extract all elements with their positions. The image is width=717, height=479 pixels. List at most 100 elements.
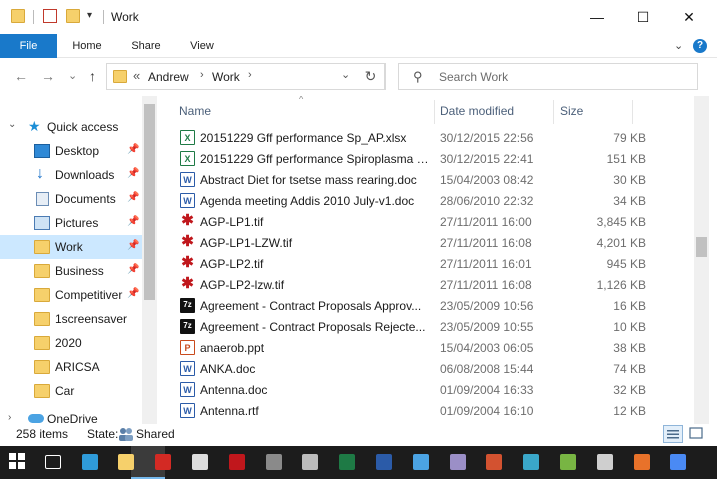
onedrive-icon[interactable] [412,454,429,470]
chevron-right-icon[interactable]: › [248,69,252,81]
nav-item-1screensaver[interactable]: 1screensaver [0,307,142,331]
nav-item-desktop[interactable]: Desktop 📌 [0,139,142,163]
tab-file[interactable]: File [0,34,57,58]
file-row[interactable]: ✱ AGP-LP2.tif 27/11/2011 16:01 945 KB [177,253,697,274]
file-explorer-icon[interactable] [118,454,135,470]
file-list-scrollbar[interactable] [694,96,709,424]
edge-icon[interactable] [81,454,98,470]
file-row[interactable]: ✱ AGP-LP1-LZW.tif 27/11/2011 16:08 4,201 KB [177,232,697,253]
file-row[interactable]: Panaerob.ppt 15/04/2003 06:05 38 KB [177,337,697,358]
file-row[interactable]: X 20151229 Gff performance Sp_AP.xlsx 30/1… [177,127,697,148]
pin-icon[interactable]: 📌 [127,144,139,155]
bluetooth-icon[interactable] [596,454,613,470]
column-divider[interactable] [632,100,633,124]
chrome-icon[interactable] [670,454,687,470]
address-dropdown-icon[interactable]: ⌄ [341,68,350,81]
nav-quick-access[interactable]: ⌄ ★ Quick access [0,115,142,139]
pin-icon[interactable]: 📌 [127,168,139,179]
nav-item-2020[interactable]: 2020 [0,331,142,355]
help-icon[interactable]: ? [693,39,707,53]
pin-icon[interactable]: 📌 [127,192,139,203]
column-divider[interactable] [434,100,435,124]
large-icons-view-button[interactable] [687,425,707,443]
nav-item-downloads[interactable]: ↓ Downloads 📌 [0,163,142,187]
paint-icon[interactable] [228,454,245,470]
chevron-right-icon[interactable]: › [200,69,204,81]
pin-icon[interactable]: 📌 [127,288,139,299]
start-icon[interactable] [8,452,28,472]
photos-icon[interactable] [523,454,540,470]
address-overflow[interactable]: « [133,68,140,83]
app-icon[interactable] [192,454,208,470]
tab-share[interactable]: Share [120,34,172,58]
back-button[interactable]: ← [14,68,28,84]
file-list-scrollbar-thumb[interactable] [696,237,707,257]
up-button[interactable]: ↑ [89,68,96,84]
file-row[interactable]: W Abstract Diet for tsetse mass rearing.d… [177,169,697,190]
nav-scrollbar-thumb[interactable] [144,104,155,300]
file-row[interactable]: ✱ AGP-LP2-lzw.tif 27/11/2011 16:08 1,126 KB [177,274,697,295]
breadcrumb-work[interactable]: Work [212,70,240,84]
file-row[interactable]: W ANKA.doc 06/08/2008 15:44 74 KB [177,358,697,379]
nav-label: OneDrive [47,412,98,424]
search-box[interactable]: ⚲ Search Work [398,63,698,90]
pin-icon[interactable]: 📌 [127,240,139,251]
shared-users-icon [118,427,134,441]
file-row[interactable]: 7z Agreement - Contract Proposals Rejecte… [177,316,697,337]
breadcrumb-andrew[interactable]: Andrew [148,70,189,84]
nav-item-car[interactable]: Car [0,379,142,403]
refresh-button[interactable]: ↻ [357,63,385,90]
firefox-icon[interactable] [633,454,650,470]
file-name: 20151229 Gff performance Sp_AP.xlsx [200,131,407,145]
column-size[interactable]: Size [560,96,583,124]
word-icon[interactable] [376,454,392,470]
file-row[interactable]: W Agenda meeting Addis 2010 July-v1.doc 28… [177,190,697,211]
search-input[interactable]: Search Work [439,70,508,84]
pin-icon[interactable]: 📌 [127,216,139,227]
file-row[interactable]: 7z Agreement - Contract Proposals Approv.… [177,295,697,316]
desktop-icon [34,144,50,158]
file-row[interactable]: W Antenna.doc 01/09/2004 16:33 32 KB [177,379,697,400]
column-name[interactable]: Name [179,96,211,124]
acrobat-icon[interactable] [155,454,172,470]
media-player-icon[interactable] [449,454,466,470]
nav-item-pictures[interactable]: Pictures 📌 [0,211,142,235]
excel-icon[interactable] [339,454,356,470]
calendar-icon[interactable] [302,454,319,470]
new-folder-icon[interactable] [66,9,80,23]
utorrent-icon[interactable] [560,454,576,470]
chevron-right-icon[interactable]: › [8,412,11,423]
nav-item-business[interactable]: Business 📌 [0,259,142,283]
column-date-modified[interactable]: Date modified [440,96,514,124]
recent-locations-button[interactable]: ⌄ [68,69,77,82]
column-divider[interactable] [553,100,554,124]
file-date-modified: 27/11/2011 16:01 [440,257,532,271]
tab-view[interactable]: View [176,34,228,58]
sort-ascending-icon: ^ [299,96,304,104]
nav-item-competitiver[interactable]: Competitiver 📌 [0,283,142,307]
close-button[interactable]: ✕ [666,0,712,34]
folder-icon [34,336,50,350]
pin-icon[interactable]: 📌 [127,264,139,275]
forward-button[interactable]: → [41,68,55,84]
task-view-icon[interactable] [44,455,61,469]
chevron-down-icon[interactable]: ⌄ [8,119,16,130]
file-row[interactable]: ✱ AGP-LP1.tif 27/11/2011 16:00 3,845 KB [177,211,697,232]
file-date-modified: 01/09/2004 16:33 [440,383,534,397]
maximize-button[interactable]: ☐ [620,0,666,34]
nav-item-aricsa[interactable]: ARICSA [0,355,142,379]
properties-icon[interactable] [43,9,57,23]
address-bar[interactable]: « Andrew › Work › ⌄ [106,63,386,90]
file-row[interactable]: W Antenna.rtf 01/09/2004 16:10 12 KB [177,400,697,421]
expand-ribbon-icon[interactable]: ⌄ [674,39,683,52]
powerpoint-icon[interactable] [486,454,503,470]
calculator-icon[interactable] [265,454,282,470]
customize-toolbar-icon[interactable]: ▾ [87,9,101,23]
tab-home[interactable]: Home [61,34,113,58]
details-view-button[interactable] [663,425,683,443]
nav-item-documents[interactable]: Documents 📌 [0,187,142,211]
nav-item-work[interactable]: Work 📌 [0,235,142,259]
nav-item-onedrive[interactable]: › OneDrive [0,412,142,424]
file-row[interactable]: X 20151229 Gff performance Spiroplasma p.… [177,148,697,169]
minimize-button[interactable]: — [574,0,620,34]
